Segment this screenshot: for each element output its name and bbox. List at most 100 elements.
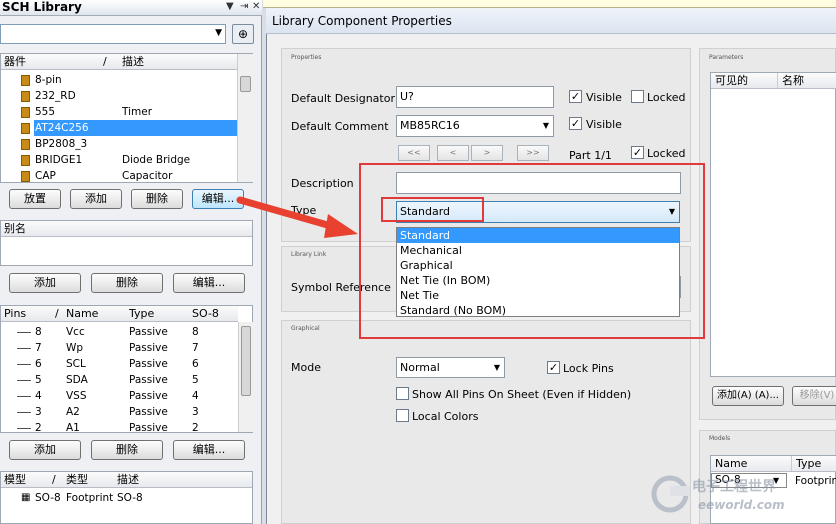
add-alias-button[interactable]: 添加 — [9, 273, 81, 293]
locked-label: Locked — [647, 147, 686, 160]
pin-line-icon — [17, 412, 31, 413]
col-header-model-type[interactable]: 类型 — [66, 472, 88, 487]
watermark-url: eeworld.com — [698, 498, 785, 512]
pin-icon[interactable]: ⇥ — [240, 1, 248, 12]
locked-label: Locked — [647, 91, 686, 104]
table-row[interactable]: 6 SCL Passive 6 — [1, 356, 238, 372]
local-colors-checkbox[interactable] — [396, 409, 409, 422]
component-icon — [21, 138, 30, 150]
table-row[interactable]: 7 Wp Passive 7 — [1, 340, 238, 356]
show-all-pins-checkbox[interactable] — [396, 387, 409, 400]
local-colors-label: Local Colors — [412, 410, 479, 423]
col-header-so8[interactable]: SO-8 — [192, 306, 219, 321]
col-header-model-name[interactable]: Name — [715, 456, 747, 471]
annotation-type-box — [381, 197, 484, 222]
delete-alias-button[interactable]: 删除 — [91, 273, 163, 293]
list-item[interactable]: 8-pin — [1, 72, 237, 88]
default-comment-combo[interactable]: MB85RC16 ▼ — [396, 115, 554, 137]
default-comment-label: Default Comment — [291, 120, 389, 133]
list-item-selected[interactable]: AT24C256 — [1, 120, 238, 136]
filter-combo[interactable]: ▼ — [0, 24, 226, 44]
parameters-grid-header: 可见的 名称 — [711, 73, 836, 89]
col-header-param-name[interactable]: 名称 — [777, 73, 804, 88]
pins-grid: Pins / Name Type SO-8 8 Vcc Passive 8 7 Wp Pa… — [0, 305, 253, 436]
table-row[interactable]: 5 SDA Passive 5 — [1, 372, 238, 388]
col-header-alias[interactable]: 别名 — [4, 221, 26, 236]
part-locked-checkbox[interactable]: ✓ — [631, 146, 644, 159]
sort-indicator: / — [52, 473, 56, 486]
col-header-type[interactable]: Type — [129, 306, 154, 321]
parameters-grid: 可见的 名称 — [710, 72, 836, 377]
dropdown-icon[interactable]: ▼ — [226, 1, 234, 12]
delete-pin-button[interactable]: 删除 — [91, 440, 163, 460]
col-header-visible[interactable]: 可见的 — [715, 73, 748, 88]
panel-title: SCH Library — [0, 0, 262, 16]
col-header-model-desc[interactable]: 描述 — [117, 472, 139, 487]
pins-grid-header: Pins / Name Type SO-8 — [1, 306, 238, 322]
component-icon — [21, 90, 30, 102]
pins-scrollbar[interactable] — [238, 322, 253, 432]
part-label: Part 1/1 — [569, 149, 612, 162]
components-grid: 器件 / 描述 8-pin 232_RD 555 Timer AT24C256 B… — [0, 53, 253, 183]
lock-pins-checkbox[interactable]: ✓ — [547, 361, 560, 374]
lock-pins-label: Lock Pins — [563, 362, 614, 375]
col-header-model-type[interactable]: Type — [791, 456, 821, 471]
component-icon — [21, 74, 30, 86]
sort-indicator: / — [103, 55, 107, 68]
pin-line-icon — [17, 364, 31, 365]
edit-alias-button[interactable]: 编辑... — [173, 273, 245, 293]
description-label: Description — [291, 177, 354, 190]
designator-visible-checkbox[interactable]: ✓ — [569, 90, 582, 103]
table-row[interactable]: 2 A1 Passive 2 — [1, 420, 238, 436]
annotation-highlight-box — [359, 163, 705, 339]
table-row[interactable]: 3 A2 Passive 3 — [1, 404, 238, 420]
next-part-button[interactable]: > — [471, 145, 503, 161]
pin-line-icon — [17, 380, 31, 381]
chevron-down-icon: ▼ — [542, 121, 549, 130]
default-designator-input[interactable]: U? — [396, 86, 554, 108]
list-item[interactable]: 555 Timer — [1, 104, 237, 120]
list-item[interactable]: 232_RD — [1, 88, 237, 104]
add-component-button[interactable]: 添加 — [70, 189, 122, 209]
pin-line-icon — [17, 348, 31, 349]
edit-pin-button[interactable]: 编辑... — [173, 440, 245, 460]
add-parameter-button[interactable]: 添加(A) (A)... — [712, 386, 784, 406]
col-header-component[interactable]: 器件 — [4, 54, 26, 69]
models-grid-header: Name Type — [711, 456, 836, 472]
pin-line-icon — [17, 428, 31, 429]
comment-visible-checkbox[interactable]: ✓ — [569, 117, 582, 130]
delete-component-button[interactable]: 删除 — [131, 189, 183, 209]
alias-grid-header: 别名 — [1, 221, 252, 237]
library-link-caption: Library Link — [291, 251, 327, 258]
footprint-icon: ▦ — [21, 492, 31, 503]
list-item[interactable]: BP2808_3 — [1, 136, 237, 152]
add-pin-button[interactable]: 添加 — [9, 440, 81, 460]
prev-part-button[interactable]: < — [437, 145, 469, 161]
col-header-description[interactable]: 描述 — [122, 54, 144, 69]
col-header-name[interactable]: Name — [66, 306, 98, 321]
mode-combo[interactable]: Normal ▼ — [396, 357, 505, 378]
place-button[interactable]: 放置 — [9, 189, 61, 209]
mode-value: Normal — [400, 361, 440, 374]
table-row[interactable]: 4 VSS Passive 4 — [1, 388, 238, 404]
models-caption: Models — [709, 435, 731, 442]
close-icon[interactable]: ✕ — [252, 1, 260, 12]
col-header-model[interactable]: 模型 — [4, 472, 26, 487]
list-item[interactable]: CAP Capacitor — [1, 168, 237, 184]
default-designator-label: Default Designator — [291, 92, 395, 105]
table-row[interactable]: 8 Vcc Passive 8 — [1, 324, 238, 340]
search-icon[interactable]: ⊕ — [232, 24, 254, 44]
components-scrollbar[interactable] — [237, 54, 253, 182]
model-grid-header: 模型 / 类型 描述 — [1, 472, 252, 488]
list-item[interactable]: BRIDGE1 Diode Bridge — [1, 152, 237, 168]
sheet-ruler — [263, 0, 836, 8]
last-part-button[interactable]: >> — [517, 145, 549, 161]
mode-label: Mode — [291, 361, 321, 374]
table-row[interactable]: ▦ SO-8 Footprint SO-8 — [1, 490, 252, 506]
component-icon — [21, 122, 30, 134]
remove-parameter-button[interactable]: 移除(V) — [792, 386, 836, 406]
col-header-pins[interactable]: Pins — [4, 306, 26, 321]
first-part-button[interactable]: << — [398, 145, 430, 161]
designator-locked-checkbox[interactable] — [631, 90, 644, 103]
pin-line-icon — [17, 332, 31, 333]
